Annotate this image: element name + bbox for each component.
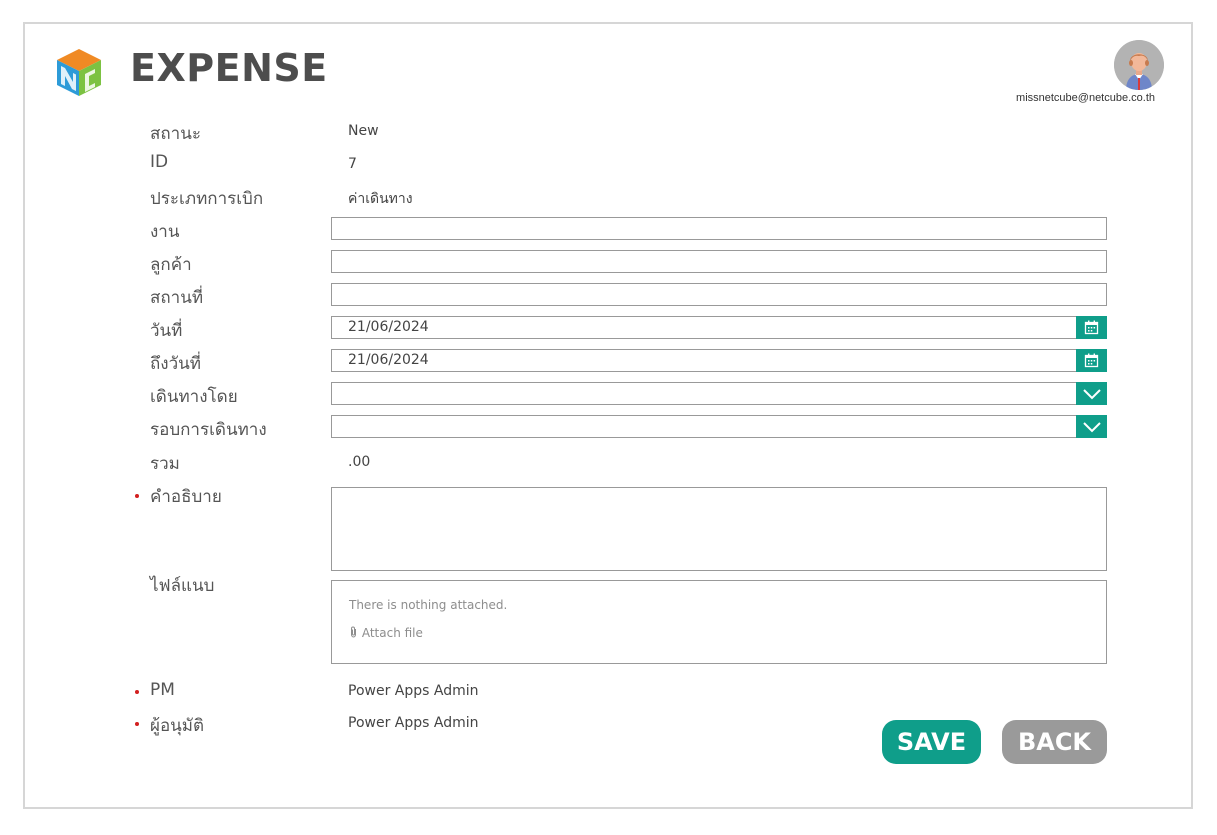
user-avatar-icon[interactable] <box>1114 40 1164 90</box>
attachments-label: ไฟล์แนบ <box>150 576 215 596</box>
expense-type-label: ประเภทการเบิก <box>150 189 264 209</box>
date-picker[interactable]: 21/06/2024 <box>331 316 1107 339</box>
paperclip-icon <box>351 626 356 638</box>
back-button[interactable]: BACK <box>1002 720 1107 764</box>
expense-type-value: ค่าเดินทาง <box>348 191 413 207</box>
travel-by-dropdown-button[interactable] <box>1076 382 1107 405</box>
attach-file-label: Attach file <box>361 626 423 640</box>
chevron-down-icon <box>1082 421 1101 432</box>
to-date-value: 21/06/2024 <box>348 352 429 368</box>
description-label: คำอธิบาย <box>150 487 222 507</box>
place-label: สถานที่ <box>150 288 204 308</box>
trip-dropdown[interactable] <box>331 415 1107 438</box>
status-value: New <box>348 123 379 139</box>
netcube-logo-icon <box>57 49 101 96</box>
calendar-icon <box>1084 353 1099 368</box>
approver-label: ผู้อนุมัติ <box>150 716 205 736</box>
calendar-icon <box>1084 320 1099 335</box>
user-email: missnetcube@netcube.co.th <box>1016 92 1155 104</box>
approver-value: Power Apps Admin <box>348 715 479 731</box>
to-date-calendar-button[interactable] <box>1076 349 1107 372</box>
date-calendar-button[interactable] <box>1076 316 1107 339</box>
date-label: วันที่ <box>150 321 183 341</box>
to-date-picker[interactable]: 21/06/2024 <box>331 349 1107 372</box>
total-value: .00 <box>348 454 371 470</box>
id-label: ID <box>150 152 169 172</box>
status-label: สถานะ <box>150 124 201 144</box>
pm-label: PM <box>150 680 175 700</box>
required-indicator <box>135 690 139 694</box>
attachments-box: There is nothing attached. Attach file <box>331 580 1107 664</box>
trip-label: รอบการเดินทาง <box>150 420 267 440</box>
job-input[interactable] <box>331 217 1107 240</box>
total-label: รวม <box>150 454 180 474</box>
required-indicator <box>135 722 139 726</box>
job-label: งาน <box>150 222 180 242</box>
to-date-label: ถึงวันที่ <box>150 354 201 374</box>
travel-by-label: เดินทางโดย <box>150 387 238 407</box>
id-value: 7 <box>348 156 357 172</box>
trip-dropdown-button[interactable] <box>1076 415 1107 438</box>
travel-by-dropdown[interactable] <box>331 382 1107 405</box>
pm-value: Power Apps Admin <box>348 683 479 699</box>
date-value: 21/06/2024 <box>348 319 429 335</box>
chevron-down-icon <box>1082 388 1101 399</box>
save-button[interactable]: SAVE <box>882 720 981 764</box>
description-textarea[interactable] <box>331 487 1107 571</box>
customer-label: ลูกค้า <box>150 255 192 275</box>
customer-input[interactable] <box>331 250 1107 273</box>
required-indicator <box>135 494 139 498</box>
attach-file-link[interactable]: Attach file <box>349 626 423 640</box>
place-input[interactable] <box>331 283 1107 306</box>
app-title: EXPENSE <box>130 46 328 90</box>
attachments-empty-text: There is nothing attached. <box>349 598 508 612</box>
